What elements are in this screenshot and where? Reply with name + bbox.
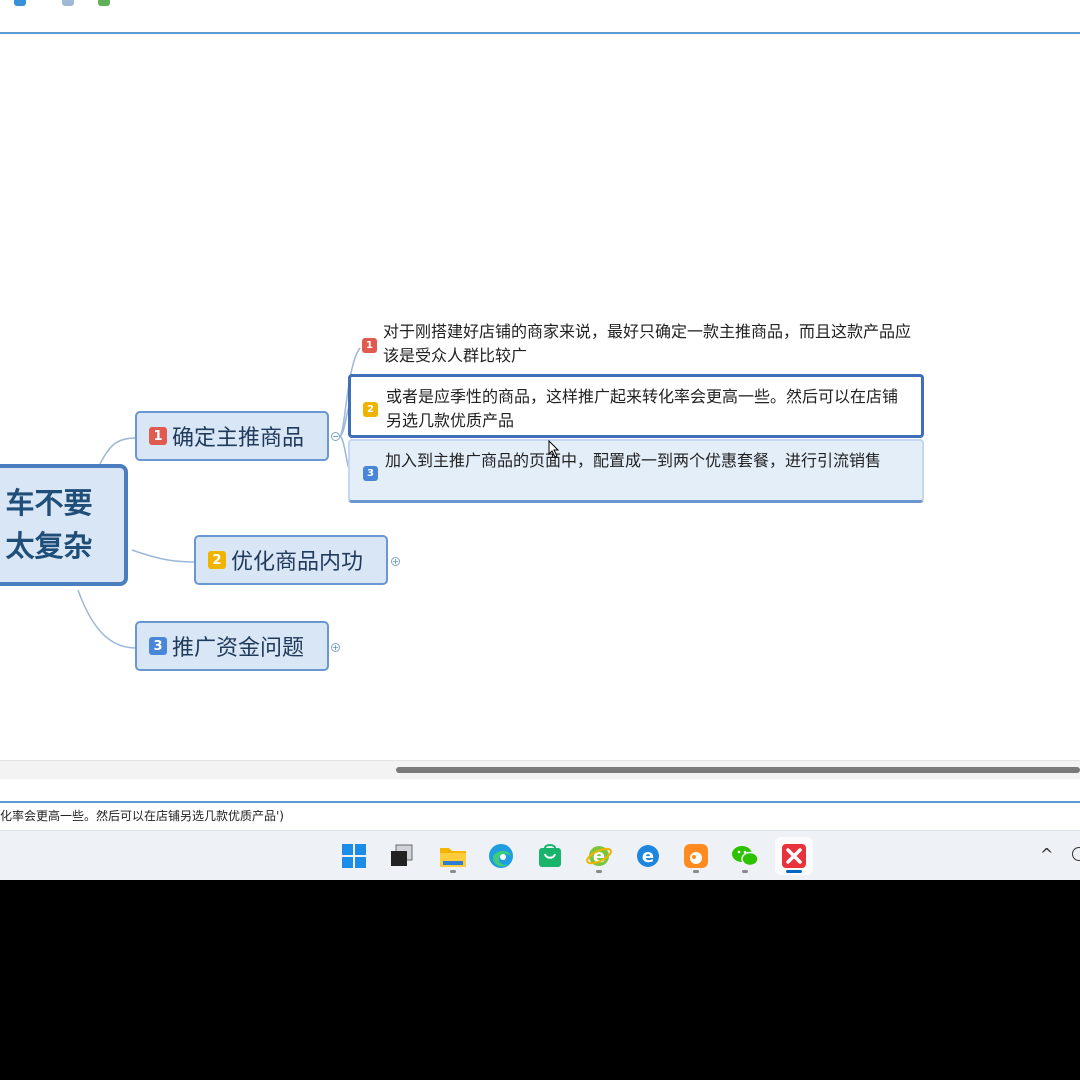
ie-browser-blue-icon: e <box>637 845 659 867</box>
active-indicator <box>786 870 802 873</box>
xmind-icon <box>782 844 806 868</box>
store-icon <box>539 844 561 867</box>
svg-text:e: e <box>642 846 654 867</box>
branch-topic-label: 推广资金问题 <box>172 636 305 661</box>
windows-taskbar: e e ^ <box>0 830 1080 880</box>
priority-2-icon: 2 <box>363 402 378 417</box>
branch-topic-2[interactable]: 2 优化商品内功 <box>194 535 388 585</box>
running-indicator <box>742 870 748 873</box>
toolbar-icon-blue[interactable] <box>14 0 26 6</box>
priority-1-icon: 1 <box>149 427 167 445</box>
priority-1-icon: 1 <box>362 338 377 353</box>
wechat-icon <box>732 846 759 867</box>
show-hidden-icons-chevron-icon[interactable]: ^ <box>1040 845 1053 864</box>
status-bar-text: 化率会更高一些。然后可以在店铺另选几款优质产品') <box>0 809 284 823</box>
toolbar-icon-doc[interactable] <box>62 0 74 6</box>
horizontal-scrollbar[interactable] <box>0 760 1080 780</box>
wechat-button[interactable] <box>726 837 764 875</box>
central-topic-line-2: 太复杂 <box>5 529 93 563</box>
uc-browser-button[interactable] <box>677 837 715 875</box>
task-view-icon <box>391 844 413 866</box>
panel-gap <box>0 779 1080 801</box>
subtopic-3[interactable]: 3 加入到主推广商品的页面中，配置成一到两个优惠套餐，进行引流销售 <box>348 439 924 503</box>
toolbar-icon-green[interactable] <box>98 0 110 6</box>
horizontal-scrollbar-thumb[interactable] <box>396 767 1080 773</box>
ie-browser-green-button[interactable]: e <box>580 837 618 875</box>
branch-topic-1[interactable]: 1 确定主推商品 <box>135 411 329 461</box>
windows-start-button[interactable] <box>335 837 373 875</box>
expand-branch-3-button[interactable]: + <box>331 643 340 652</box>
file-explorer-button[interactable] <box>434 837 472 875</box>
ie-browser-blue-button[interactable]: e <box>629 837 667 875</box>
branch-topic-label: 优化商品内功 <box>231 550 364 575</box>
central-topic-line-1: 车不要 <box>5 486 93 520</box>
windows-start-icon <box>342 844 366 868</box>
toolbar-strip <box>0 0 1080 34</box>
store-button[interactable] <box>531 837 569 875</box>
subtopic-2-selected[interactable]: 2 或者是应季性的商品，这样推广起来转化率会更高一些。然后可以在店铺另选几款优质… <box>348 374 924 438</box>
mindmap-app-window: 车不要 太复杂 1 确定主推商品 − 2 优化商品内功 + 3 推广资金问题 +… <box>0 0 1080 830</box>
subtopic-1[interactable]: 1 对于刚搭建好店铺的商家来说，最好只确定一款主推商品，而且这款产品应该是受众人… <box>348 318 924 370</box>
edge-browser-button[interactable] <box>482 837 520 875</box>
mindmap-canvas[interactable]: 车不要 太复杂 1 确定主推商品 − 2 优化商品内功 + 3 推广资金问题 +… <box>0 34 1080 760</box>
collapse-branch-1-button[interactable]: − <box>331 432 340 441</box>
subtopic-text: 或者是应季性的商品，这样推广起来转化率会更高一些。然后可以在店铺另选几款优质产品 <box>386 387 899 430</box>
status-bar: 化率会更高一些。然后可以在店铺另选几款优质产品') <box>0 801 1080 830</box>
subtopic-text: 加入到主推广商品的页面中，配置成一到两个优惠套餐，进行引流销售 <box>385 451 882 470</box>
branch-topic-3[interactable]: 3 推广资金问题 <box>135 621 329 671</box>
central-topic[interactable]: 车不要 太复杂 <box>0 464 128 586</box>
expand-branch-2-button[interactable]: + <box>391 557 400 566</box>
priority-3-icon: 3 <box>149 637 167 655</box>
task-view-button[interactable] <box>383 837 421 875</box>
subtopic-text: 对于刚搭建好店铺的商家来说，最好只确定一款主推商品，而且这款产品应该是受众人群比… <box>383 322 912 365</box>
tray-icon-partial[interactable] <box>1072 847 1080 861</box>
mouse-cursor-icon <box>548 440 560 458</box>
running-indicator <box>450 870 456 873</box>
running-indicator <box>693 870 699 873</box>
ie-browser-green-icon: e <box>586 846 612 867</box>
running-indicator <box>596 870 602 873</box>
file-explorer-icon <box>440 848 466 867</box>
edge-browser-icon <box>489 844 513 868</box>
uc-browser-icon <box>684 844 708 868</box>
xmind-button[interactable] <box>775 837 813 875</box>
priority-3-icon: 3 <box>363 466 378 481</box>
branch-topic-label: 确定主推商品 <box>172 426 305 451</box>
priority-2-icon: 2 <box>208 551 226 569</box>
